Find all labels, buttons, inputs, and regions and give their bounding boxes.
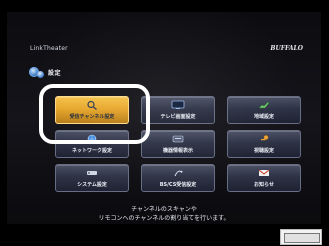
menu-item-label: 地域設定 [253,114,274,120]
menu-item-label: お知らせ [254,182,274,188]
maker-logo: BUFFALO [270,45,303,52]
title-text: 設定 [48,69,62,77]
menu-item-system-settings[interactable]: システム設定 [55,164,129,192]
description-line-1: チャンネルのスキャンや [131,206,197,213]
menu-description: チャンネルのスキャンや リモコンへのチャンネルの割り当てを行います。 [7,206,321,223]
menu-item-label: 視聴設定 [253,148,274,154]
corner-overlay [280,229,322,245]
info-icon [172,135,184,143]
menu-item-label: ネットワーク設定 [71,148,112,154]
menu-item-label: テレビ画面設定 [160,114,196,120]
mail-icon [258,169,270,176]
tv-icon [171,100,185,109]
page-title: 設定 [29,66,61,78]
menu-item-region-settings[interactable]: 地域設定 [227,96,301,124]
tv-frame: LinkTheater BUFFALO 設定 受信チャンネル設定 テレビ画面設定 [0,0,329,246]
selection-highlight [39,84,150,144]
tv-screen: LinkTheater BUFFALO 設定 受信チャンネル設定 テレビ画面設定 [7,12,321,224]
menu-item-notifications[interactable]: お知らせ [227,164,301,192]
menu-item-device-info[interactable]: 機器情報表示 [141,130,215,158]
menu-item-tv-screen-settings[interactable]: テレビ画面設定 [141,96,215,124]
menu-item-label: システム設定 [77,182,107,188]
description-line-2: リモコンへのチャンネルの割り当てを行います。 [98,214,230,222]
gear-small-icon [37,70,44,78]
menu-item-viewing-settings[interactable]: 視聴設定 [227,130,301,158]
brand-logo: LinkTheater [30,45,68,52]
satellite-icon [174,170,183,177]
menu-item-label: 機器情報表示 [162,148,193,154]
menu-item-bscs-settings[interactable]: BS/CS受信設定 [141,164,215,192]
remote-icon [87,171,97,175]
key-icon [261,135,269,141]
map-icon [258,101,270,109]
menu-item-label: BS/CS受信設定 [159,182,197,188]
